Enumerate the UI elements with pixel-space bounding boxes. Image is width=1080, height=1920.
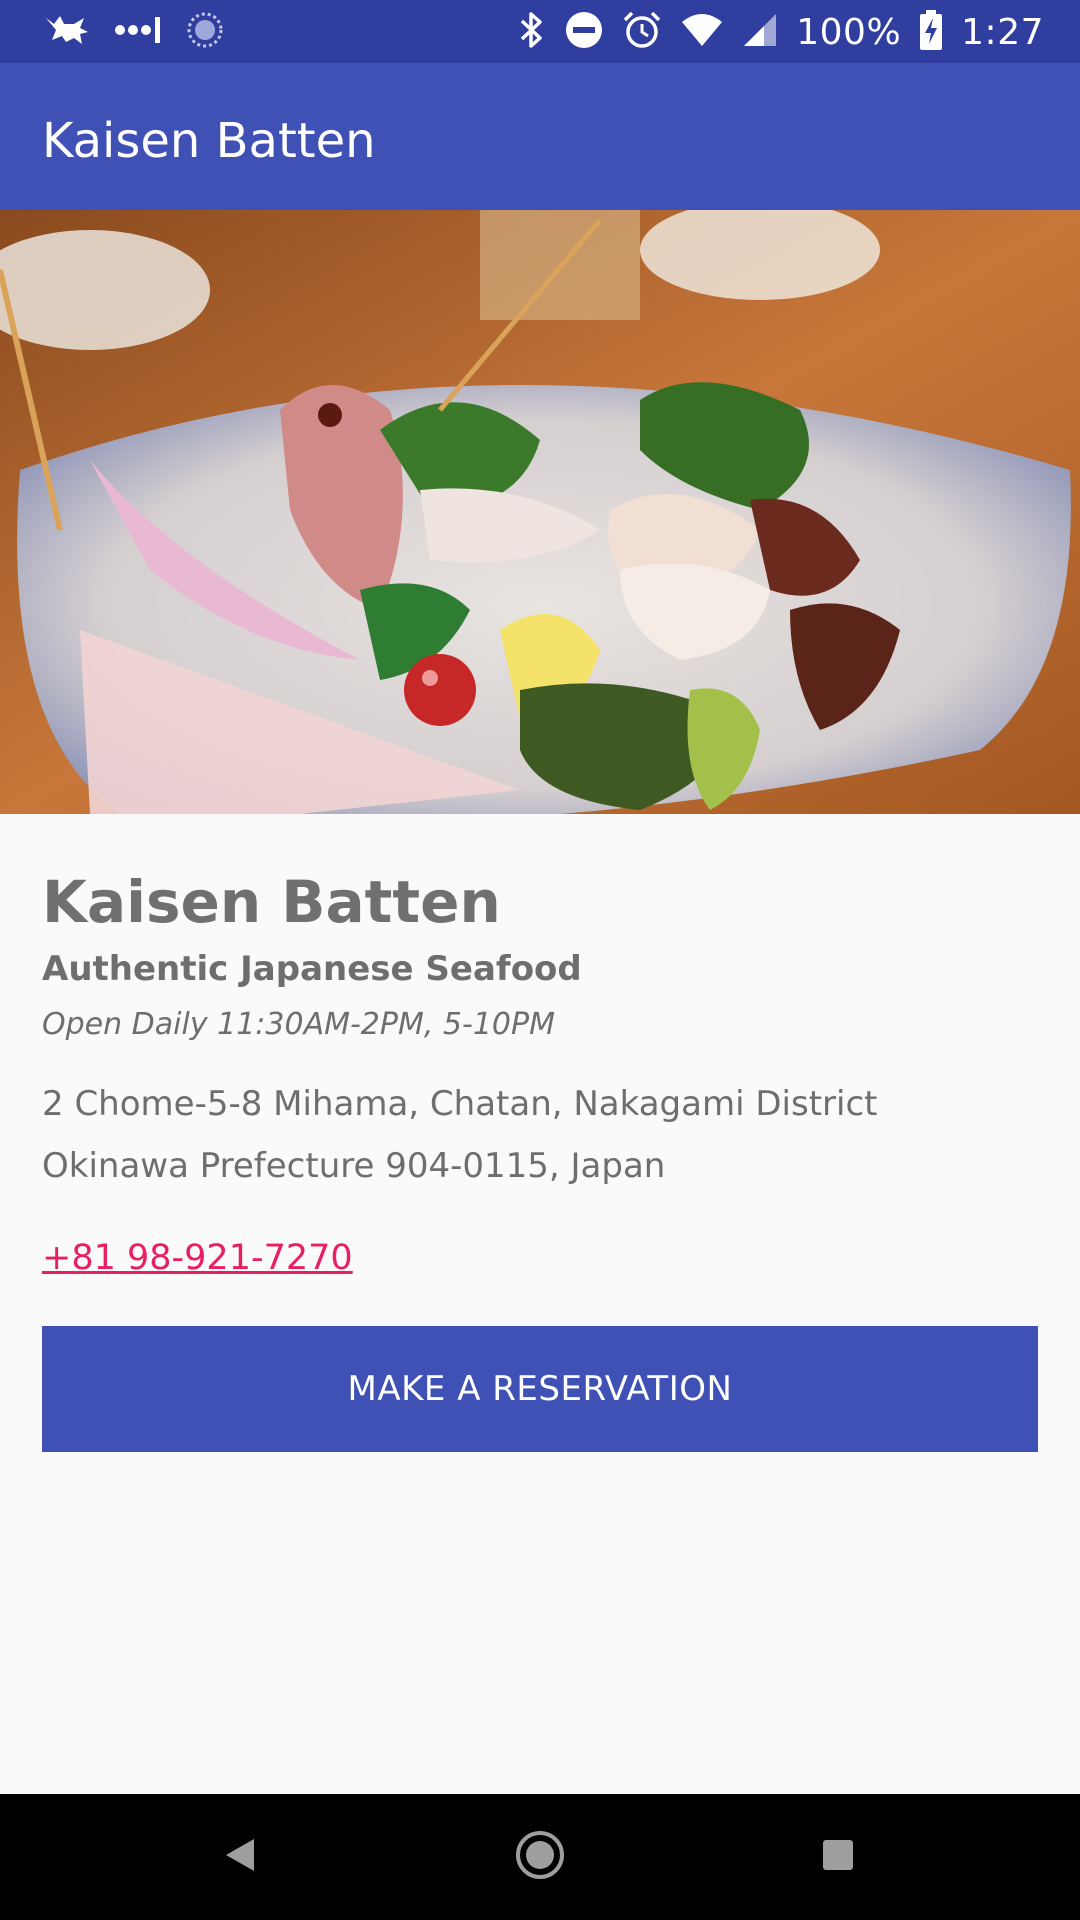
status-clock: 1:27 xyxy=(961,11,1044,53)
cell-signal-icon xyxy=(742,12,778,53)
address-line-1: 2 Chome-5-8 Mihama, Chatan, Nakagami Dis… xyxy=(42,1084,878,1124)
address-line-2: Okinawa Prefecture 904-0115, Japan xyxy=(42,1146,666,1186)
cat-notification-icon xyxy=(44,12,90,53)
app-title: Kaisen Batten xyxy=(42,113,376,169)
recents-icon xyxy=(820,1837,856,1878)
make-reservation-button[interactable]: MAKE A RESERVATION xyxy=(42,1326,1038,1452)
wifi-icon xyxy=(680,12,724,53)
status-bar: 100% 1:27 xyxy=(0,0,1080,63)
back-icon xyxy=(222,1835,258,1880)
restaurant-name: Kaisen Batten xyxy=(42,868,501,936)
status-bar-left xyxy=(44,8,224,56)
alarm-icon xyxy=(622,10,662,55)
battery-charging-icon xyxy=(919,9,943,55)
sashimi-platter-photo xyxy=(0,210,1080,814)
navigation-bar xyxy=(0,1794,1080,1920)
back-button[interactable] xyxy=(170,1794,310,1920)
hero-image xyxy=(0,210,1080,814)
restaurant-tagline: Authentic Japanese Seafood xyxy=(42,949,582,989)
battery-percent: 100% xyxy=(796,11,902,53)
home-icon xyxy=(515,1830,565,1885)
home-button[interactable] xyxy=(470,1794,610,1920)
bluetooth-icon xyxy=(518,11,546,54)
recents-button[interactable] xyxy=(768,1794,908,1920)
do-not-disturb-icon xyxy=(564,10,604,55)
opening-hours: Open Daily 11:30AM-2PM, 5-10PM xyxy=(42,1007,555,1042)
status-bar-right: 100% 1:27 xyxy=(518,8,1044,56)
sync-icon xyxy=(186,11,224,54)
phone-link[interactable]: +81 98-921-7270 xyxy=(42,1238,353,1278)
app-bar: Kaisen Batten xyxy=(0,63,1080,210)
signal-dots-icon xyxy=(114,15,162,50)
